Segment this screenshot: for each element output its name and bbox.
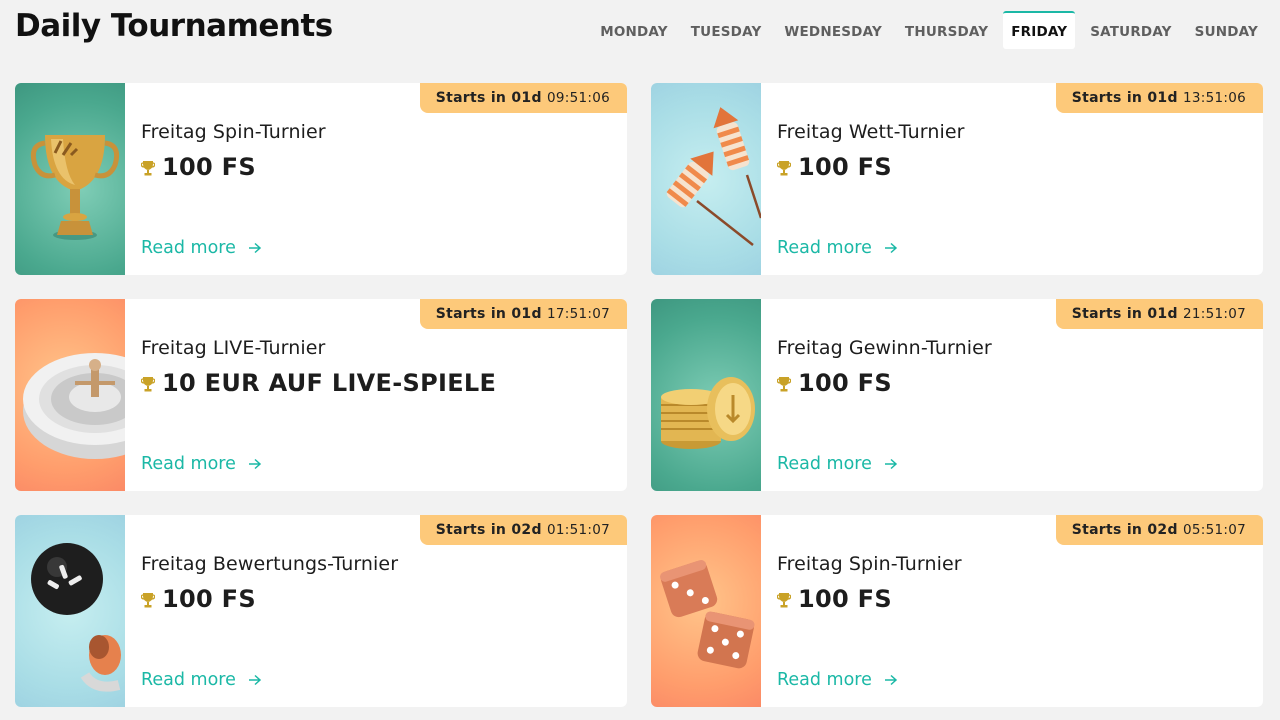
- tab-thursday[interactable]: THURSDAY: [897, 11, 996, 49]
- trophy-illustration: [15, 83, 125, 275]
- read-more-link[interactable]: Read more: [777, 238, 898, 258]
- trophy-icon: [141, 593, 155, 608]
- tournament-card[interactable]: Starts in 01d 17:51:07 Freitag LIVE-Turn…: [15, 299, 627, 491]
- read-more-link[interactable]: Read more: [141, 454, 262, 474]
- prize: 100 FS: [777, 585, 892, 613]
- read-more-link[interactable]: Read more: [777, 454, 898, 474]
- tournament-card[interactable]: Starts in 01d 09:51:06 Freitag Spin-Turn…: [15, 83, 627, 275]
- arrow-right-icon: [248, 674, 261, 686]
- tournament-title: Freitag Spin-Turnier: [777, 553, 962, 575]
- read-more-link[interactable]: Read more: [777, 670, 898, 690]
- prize: 100 FS: [141, 153, 256, 181]
- starts-in-badge: Starts in 01d 13:51:06: [1055, 83, 1263, 113]
- tournament-title: Freitag LIVE-Turnier: [141, 337, 326, 359]
- coins-illustration: [651, 299, 761, 491]
- dice-illustration: [651, 515, 761, 707]
- trophy-icon: [777, 377, 791, 392]
- tournament-title: Freitag Bewertungs-Turnier: [141, 553, 399, 575]
- arrow-right-icon: [884, 674, 897, 686]
- tournament-card[interactable]: Starts in 02d 05:51:07 Freitag Spin-Turn…: [651, 515, 1263, 707]
- tournament-card[interactable]: Starts in 01d 21:51:07 Freitag Gewinn-Tu…: [651, 299, 1263, 491]
- prize: 100 FS: [777, 369, 892, 397]
- roulette-illustration: [15, 299, 125, 491]
- tab-sunday[interactable]: SUNDAY: [1187, 11, 1266, 49]
- ball-cannon-illustration: [15, 515, 125, 707]
- starts-in-badge: Starts in 02d 01:51:07: [419, 515, 627, 545]
- prize: 100 FS: [141, 585, 256, 613]
- prize: 10 EUR AUF LIVE-SPIELE: [141, 369, 496, 397]
- starts-in-badge: Starts in 01d 21:51:07: [1055, 299, 1263, 329]
- arrow-right-icon: [884, 458, 897, 470]
- trophy-icon: [777, 161, 791, 176]
- prize: 100 FS: [777, 153, 892, 181]
- tournament-card[interactable]: Starts in 01d 13:51:06 Freitag Wett-Turn…: [651, 83, 1263, 275]
- tab-friday[interactable]: FRIDAY: [1003, 11, 1076, 49]
- tournament-title: Freitag Spin-Turnier: [141, 121, 326, 143]
- tournament-card[interactable]: Starts in 02d 01:51:07 Freitag Bewertung…: [15, 515, 627, 707]
- read-more-link[interactable]: Read more: [141, 670, 262, 690]
- starts-in-badge: Starts in 01d 09:51:06: [419, 83, 627, 113]
- trophy-icon: [141, 161, 155, 176]
- tab-saturday[interactable]: SATURDAY: [1082, 11, 1179, 49]
- page-title: Daily Tournaments: [15, 8, 333, 44]
- rockets-illustration: [651, 83, 761, 275]
- read-more-link[interactable]: Read more: [141, 238, 262, 258]
- arrow-right-icon: [248, 458, 261, 470]
- starts-in-badge: Starts in 01d 17:51:07: [419, 299, 627, 329]
- day-tabs: MONDAY TUESDAY WEDNESDAY THURSDAY FRIDAY…: [585, 11, 1266, 49]
- arrow-right-icon: [248, 242, 261, 254]
- trophy-icon: [141, 377, 155, 392]
- tab-tuesday[interactable]: TUESDAY: [683, 11, 770, 49]
- trophy-icon: [777, 593, 791, 608]
- tournament-title: Freitag Wett-Turnier: [777, 121, 965, 143]
- tab-monday[interactable]: MONDAY: [592, 11, 676, 49]
- starts-in-badge: Starts in 02d 05:51:07: [1055, 515, 1263, 545]
- tab-wednesday[interactable]: WEDNESDAY: [776, 11, 890, 49]
- arrow-right-icon: [884, 242, 897, 254]
- tournament-title: Freitag Gewinn-Turnier: [777, 337, 992, 359]
